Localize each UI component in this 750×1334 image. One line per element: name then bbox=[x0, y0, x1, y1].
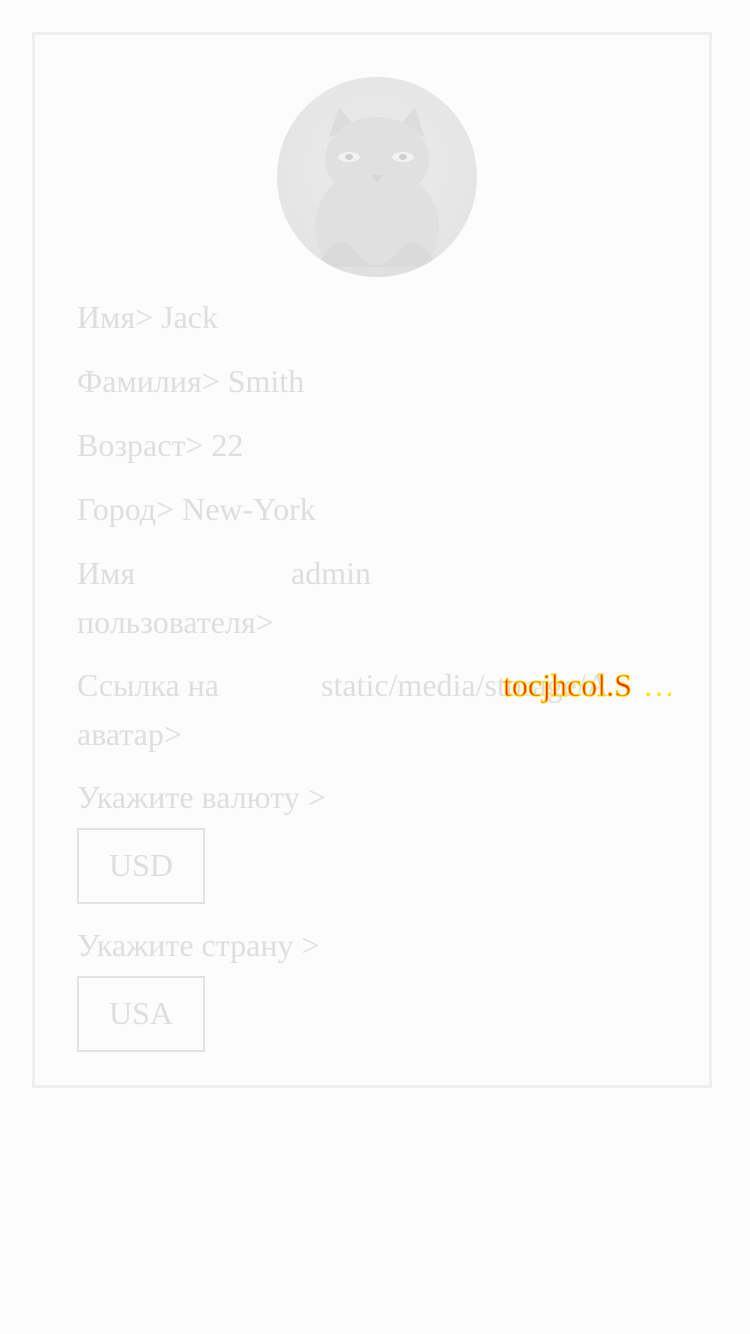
username-label: Имя пользователя> bbox=[77, 555, 274, 640]
last-name-value: Smith bbox=[227, 363, 305, 399]
avatar-link-row: Ссылка на аватар> static/media/storage/A… bbox=[77, 661, 677, 761]
username-row: Имя пользователя> admin bbox=[77, 549, 677, 649]
city-row: Город> New-York bbox=[77, 485, 316, 534]
avatar-link-overlay: tocjhcol.S bbox=[503, 667, 633, 704]
currency-label: Укажите валюту > bbox=[77, 779, 326, 815]
age-row: Возраст> 22 bbox=[77, 421, 243, 470]
profile-card: Имя> Jack Фамилия> Smith Возраст> 22 Город>… bbox=[32, 32, 712, 1088]
first-name-label: Имя> bbox=[77, 299, 154, 335]
first-name-value: Jack bbox=[161, 299, 218, 335]
first-name-row: Имя> Jack bbox=[77, 293, 218, 342]
last-name-row: Фамилия> Smith bbox=[77, 357, 304, 406]
currency-select[interactable]: USD bbox=[77, 828, 205, 904]
avatar-link-label: Ссылка на аватар> bbox=[77, 667, 219, 752]
city-label: Город> bbox=[77, 491, 175, 527]
country-label: Укажите страну > bbox=[77, 927, 320, 963]
age-label: Возраст> bbox=[77, 427, 204, 463]
age-value: 22 bbox=[211, 427, 244, 463]
cat-icon bbox=[315, 107, 439, 277]
city-value: New-York bbox=[182, 491, 316, 527]
last-name-label: Фамилия> bbox=[77, 363, 220, 399]
avatar bbox=[277, 77, 477, 277]
country-select[interactable]: USA bbox=[77, 976, 205, 1052]
username-value: admin bbox=[291, 555, 371, 591]
avatar-link-value[interactable]: static/media/storage/A tocjhcol.S … bbox=[321, 661, 671, 710]
avatar-link-ellipsis: … bbox=[643, 661, 671, 710]
